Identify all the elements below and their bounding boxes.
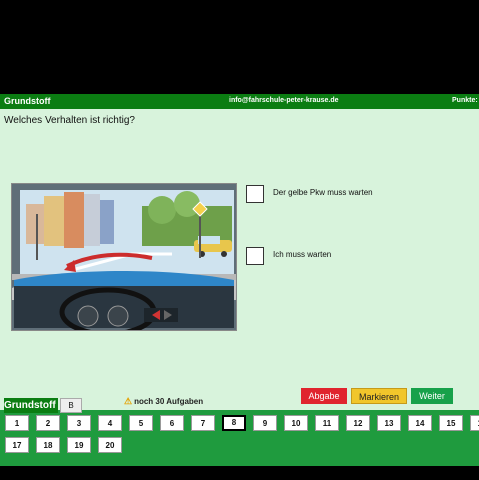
question-number-button[interactable]: 19 <box>67 437 91 453</box>
question-number-button[interactable]: 3 <box>67 415 91 431</box>
question-number-button[interactable]: 9 <box>253 415 277 431</box>
question-number-button[interactable]: 7 <box>191 415 215 431</box>
exam-window: Grundstoff info@fahrschule-peter-krause.… <box>0 94 479 466</box>
question-number-button[interactable]: 4 <box>98 415 122 431</box>
question-image <box>11 183 237 331</box>
category-label: Grundstoff <box>4 398 58 413</box>
answer-checkbox-1[interactable] <box>246 185 264 203</box>
question-number-button[interactable]: 17 <box>5 437 29 453</box>
answer-checkbox-2[interactable] <box>246 247 264 265</box>
answer-option-1[interactable]: Der gelbe Pkw muss warten <box>246 185 479 207</box>
question-number-button[interactable]: 6 <box>160 415 184 431</box>
question-number-button[interactable]: 14 <box>408 415 432 431</box>
question-number-button[interactable]: 5 <box>129 415 153 431</box>
warning-icon: ⚠ <box>124 396 133 406</box>
next-button[interactable]: Weiter <box>411 388 453 404</box>
question-number-button[interactable]: 18 <box>36 437 60 453</box>
top-bar: Grundstoff info@fahrschule-peter-krause.… <box>0 94 479 109</box>
question-number-button[interactable]: 1 <box>5 415 29 431</box>
question-number-button[interactable]: 2 <box>36 415 60 431</box>
question-number-button[interactable]: 13 <box>377 415 401 431</box>
question-number-button[interactable]: 20 <box>98 437 122 453</box>
question-number-button[interactable]: 8 <box>222 415 246 431</box>
contact-email: info@fahrschule-peter-krause.de <box>229 97 339 104</box>
answer-option-2[interactable]: Ich muss warten <box>246 247 479 269</box>
question-navigation-bar: Grundstoff B 123456789101112131415161718… <box>0 398 479 466</box>
class-tab[interactable]: B <box>60 398 82 413</box>
answer-text-2: Ich muss warten <box>273 250 332 259</box>
question-number-button[interactable]: 12 <box>346 415 370 431</box>
remaining-status: ⚠ noch 30 Aufgaben <box>124 396 203 407</box>
question-number-button[interactable]: 11 <box>315 415 339 431</box>
question-number-button[interactable]: 10 <box>284 415 308 431</box>
remaining-text: noch 30 Aufgaben <box>134 397 204 406</box>
question-text: Welches Verhalten ist richtig? <box>4 115 135 126</box>
mark-button[interactable]: Markieren <box>351 388 407 404</box>
question-number-button[interactable]: 15 <box>439 415 463 431</box>
question-number-button[interactable]: 16 <box>470 415 479 431</box>
points-label: Punkte: <box>452 97 478 104</box>
answer-text-1: Der gelbe Pkw muss warten <box>273 188 373 197</box>
category-title: Grundstoff <box>4 96 51 106</box>
submit-button[interactable]: Abgabe <box>301 388 347 404</box>
